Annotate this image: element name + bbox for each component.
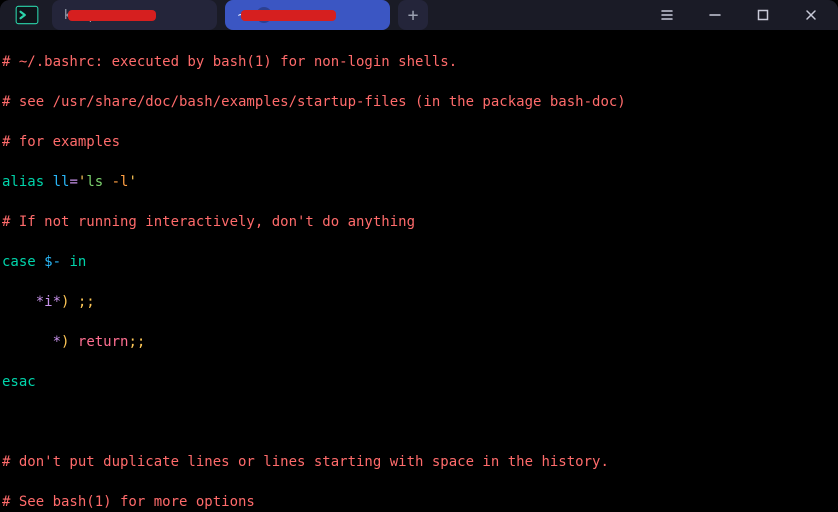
punct: ;;: [128, 334, 145, 350]
minimize-button[interactable]: [698, 0, 732, 30]
redaction-mark: [241, 10, 336, 21]
terminal-area[interactable]: # ~/.bashrc: executed by bash(1) for non…: [0, 30, 838, 512]
terminal-window: k… p:~ ~ ✕ +: [0, 0, 838, 512]
code-comment: # If not running interactively, don't do…: [2, 214, 415, 230]
keyword: alias: [2, 174, 44, 190]
pattern: *i*: [36, 294, 61, 310]
new-tab-button[interactable]: +: [398, 0, 428, 30]
flag: -l: [112, 174, 129, 190]
code-comment: # for examples: [2, 134, 120, 150]
string-quote: ': [128, 174, 136, 190]
keyword: return: [78, 334, 129, 350]
string: ls: [86, 174, 103, 190]
tab-active[interactable]: ~ ✕: [225, 0, 390, 30]
identifier: ll: [53, 174, 70, 190]
code-comment: # ~/.bashrc: executed by bash(1) for non…: [2, 54, 457, 70]
hamburger-menu-icon[interactable]: [650, 0, 684, 30]
close-button[interactable]: [794, 0, 828, 30]
punct: ;;: [69, 294, 94, 310]
code-comment: # don't put duplicate lines or lines sta…: [2, 454, 609, 470]
tab-inactive[interactable]: k… p:~: [52, 0, 217, 30]
title-bar: k… p:~ ~ ✕ +: [0, 0, 838, 30]
redaction-mark: [68, 10, 156, 21]
maximize-button[interactable]: [746, 0, 780, 30]
tab-bar: k… p:~ ~ ✕ +: [52, 0, 428, 30]
code-comment: # See bash(1) for more options: [2, 494, 255, 510]
pattern: *: [53, 334, 61, 350]
keyword: esac: [2, 374, 36, 390]
keyword: in: [69, 254, 86, 270]
operator: =: [69, 174, 77, 190]
plus-icon: +: [408, 5, 419, 26]
app-icon: [10, 0, 44, 30]
keyword: case: [2, 254, 36, 270]
variable: $-: [44, 254, 61, 270]
window-controls: [650, 0, 828, 30]
code-comment: # see /usr/share/doc/bash/examples/start…: [2, 94, 626, 110]
